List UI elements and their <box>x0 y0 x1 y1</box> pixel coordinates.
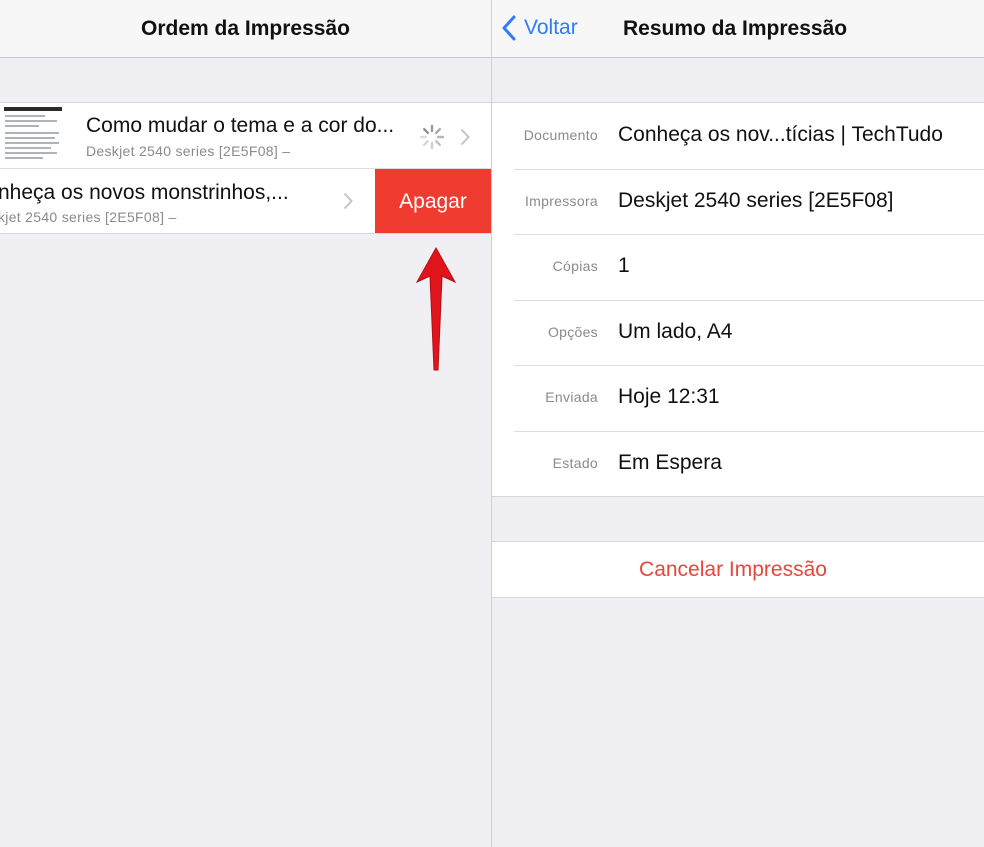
detail-label: Estado <box>552 454 598 471</box>
detail-value: Um lado, A4 <box>618 319 733 343</box>
detail-label: Impressora <box>524 192 598 209</box>
print-summary-pane: Voltar Resumo da Impressão Documento Con… <box>492 0 984 847</box>
detail-row-document: Documento Conheça os nov...tícias | Tech… <box>492 103 984 169</box>
delete-button[interactable]: Apagar <box>375 169 491 233</box>
chevron-right-icon <box>460 128 470 146</box>
back-button[interactable]: Voltar <box>502 13 578 43</box>
detail-label: Enviada <box>545 389 598 405</box>
chevron-left-icon <box>502 15 516 41</box>
detail-row-printer: Impressora Deskjet 2540 series [2E5F08] <box>492 168 984 235</box>
job-printer: Deskjet 2540 series [2E5F08] – <box>86 143 291 159</box>
detail-label: Cópias <box>552 258 598 274</box>
red-arrow-up-icon <box>415 246 457 371</box>
detail-value: Deskjet 2540 series [2E5F08] <box>618 188 894 212</box>
print-job-list: Como mudar o tema e a cor do... Deskjet … <box>0 102 491 234</box>
detail-row-status: Estado Em Espera <box>492 430 984 497</box>
page-title: Ordem da Impressão <box>141 17 350 40</box>
print-details-table: Documento Conheça os nov...tícias | Tech… <box>492 102 984 497</box>
navbar-print-queue: Ordem da Impressão <box>0 0 491 58</box>
page-title: Resumo da Impressão <box>623 17 848 40</box>
detail-value: 1 <box>618 254 630 277</box>
detail-value: Hoje 12:31 <box>618 385 720 408</box>
spinner-icon <box>419 124 445 150</box>
navbar-print-summary: Voltar Resumo da Impressão <box>492 0 984 58</box>
cancel-print-label: Cancelar Impressão <box>639 557 827 581</box>
back-label: Voltar <box>524 16 578 39</box>
detail-row-copies: Cópias 1 <box>492 234 984 300</box>
job-title: nheça os novos monstrinhos,... <box>0 181 289 204</box>
detail-label: Opções <box>547 323 598 340</box>
detail-value: Em Espera <box>618 450 722 474</box>
print-queue-pane: Ordem da Impressão Como mudar o tema e a… <box>0 0 491 847</box>
detail-row-options: Opções Um lado, A4 <box>492 299 984 366</box>
print-job-row[interactable]: Como mudar o tema e a cor do... Deskjet … <box>0 103 491 168</box>
detail-value: Conheça os nov...tícias | TechTudo <box>618 123 943 146</box>
job-title: Como mudar o tema e a cor do... <box>86 114 395 137</box>
job-printer: kjet 2540 series [2E5F08] – <box>0 209 177 225</box>
document-thumbnail <box>0 105 64 165</box>
detail-row-sent: Enviada Hoje 12:31 <box>492 365 984 431</box>
detail-label: Documento <box>523 127 598 143</box>
chevron-right-icon <box>343 192 353 210</box>
cancel-print-button[interactable]: Cancelar Impressão <box>492 541 984 598</box>
print-job-row[interactable]: nheça os novos monstrinhos,... kjet 2540… <box>0 168 491 233</box>
